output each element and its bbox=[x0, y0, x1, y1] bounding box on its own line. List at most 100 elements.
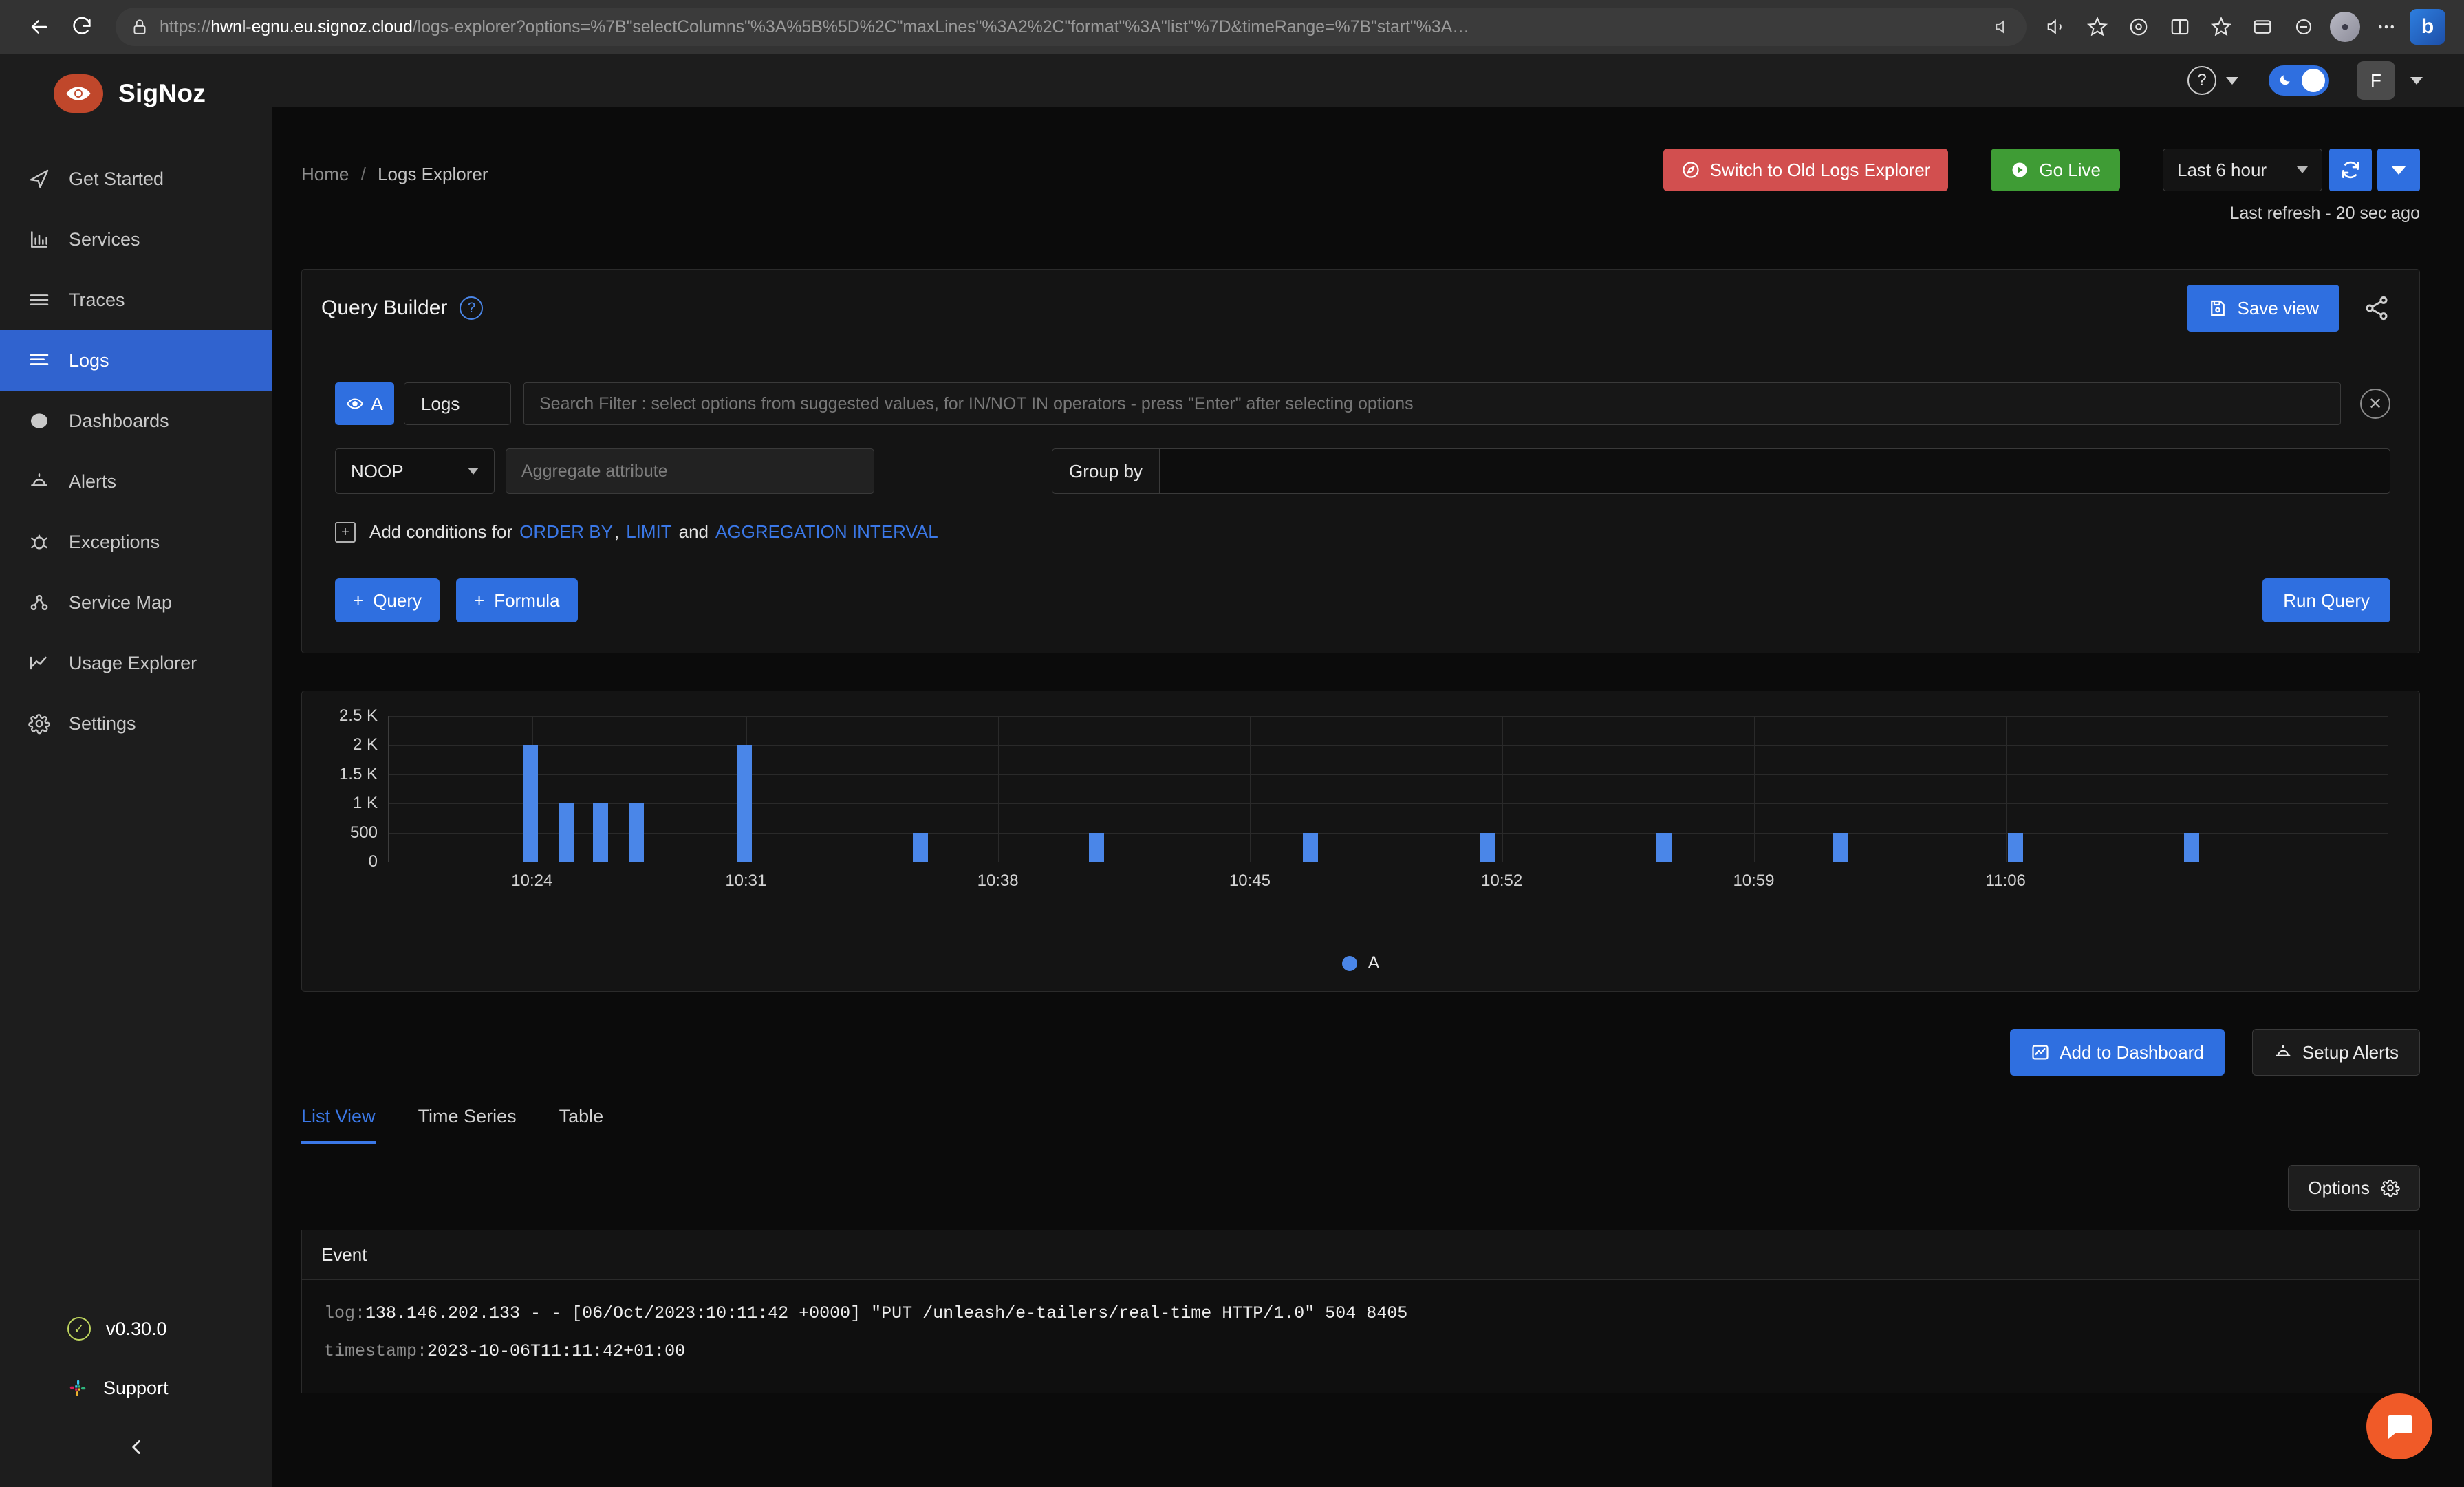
sidebar-item-exceptions[interactable]: Exceptions bbox=[0, 512, 272, 572]
app-shell: SigNoz Get Started Services Traces Logs … bbox=[0, 54, 2464, 1487]
copilot-icon[interactable] bbox=[2285, 8, 2322, 45]
setup-alerts-button[interactable]: Setup Alerts bbox=[2251, 1029, 2420, 1076]
sidebar-item-settings[interactable]: Settings bbox=[0, 693, 272, 754]
chart-icon bbox=[2031, 1043, 2050, 1062]
profile-avatar[interactable]: ● bbox=[2326, 8, 2364, 45]
sidebar-item-label: Traces bbox=[69, 289, 125, 310]
options-button[interactable]: Options bbox=[2288, 1165, 2420, 1211]
question-circle-icon[interactable]: ? bbox=[460, 296, 484, 320]
tab-list-view[interactable]: List View bbox=[301, 1106, 376, 1144]
dashboard-grid-icon bbox=[28, 409, 51, 433]
bar-chart-icon bbox=[28, 228, 51, 251]
collapse-sidebar-button[interactable] bbox=[0, 1418, 272, 1469]
sidebar-item-label: Services bbox=[69, 228, 140, 250]
help-menu[interactable]: ? bbox=[2187, 66, 2238, 95]
question-circle-icon: ? bbox=[2187, 66, 2216, 95]
close-circle-icon[interactable]: ✕ bbox=[2360, 389, 2390, 419]
header-actions: Switch to Old Logs Explorer Go Live Last… bbox=[1663, 149, 2420, 224]
slack-icon bbox=[67, 1378, 88, 1398]
refresh-interval-dropdown[interactable] bbox=[2377, 149, 2420, 191]
content-scroll: Home / Logs Explorer Switch to Old Logs … bbox=[272, 107, 2464, 1487]
chart-bar[interactable] bbox=[912, 832, 928, 862]
address-bar[interactable]: https://hwnl-egnu.eu.signoz.cloud/logs-e… bbox=[116, 8, 2027, 46]
limit-link[interactable]: LIMIT bbox=[626, 521, 671, 543]
log-table-row[interactable]: log:138.146.202.133 - - [06/Oct/2023:10:… bbox=[301, 1279, 2420, 1393]
gear-icon bbox=[28, 712, 51, 735]
sidebar-item-traces[interactable]: Traces bbox=[0, 270, 272, 330]
line-chart-icon bbox=[28, 651, 51, 675]
add-to-dashboard-button[interactable]: Add to Dashboard bbox=[2010, 1029, 2225, 1076]
view-tabs: List View Time Series Table bbox=[272, 1076, 2420, 1144]
share-icon[interactable] bbox=[2363, 294, 2390, 322]
chat-bubble-icon[interactable] bbox=[2366, 1393, 2432, 1459]
add-formula-button[interactable]: + Formula bbox=[456, 578, 578, 622]
tab-time-series[interactable]: Time Series bbox=[418, 1106, 517, 1144]
reload-button[interactable] bbox=[61, 6, 103, 48]
bug-icon bbox=[28, 530, 51, 554]
chart-bar[interactable] bbox=[593, 803, 609, 862]
sidebar-item-usage-explorer[interactable]: Usage Explorer bbox=[0, 633, 272, 693]
version-row[interactable]: ✓ v0.30.0 bbox=[0, 1299, 272, 1358]
legend-label[interactable]: A bbox=[1368, 953, 1380, 973]
chart-bar[interactable] bbox=[1088, 832, 1104, 862]
settings-more-icon[interactable] bbox=[2368, 8, 2405, 45]
favorite-icon[interactable] bbox=[2079, 8, 2116, 45]
add-query-button[interactable]: + Query bbox=[335, 578, 440, 622]
run-query-button[interactable]: Run Query bbox=[2262, 578, 2390, 622]
breadcrumb-home[interactable]: Home bbox=[301, 164, 349, 184]
theme-toggle[interactable] bbox=[2269, 65, 2329, 96]
sidebar-item-dashboards[interactable]: Dashboards bbox=[0, 391, 272, 451]
order-by-link[interactable]: ORDER BY bbox=[519, 521, 613, 543]
sidebar-item-service-map[interactable]: Service Map bbox=[0, 572, 272, 633]
read-aloud-icon[interactable] bbox=[2038, 8, 2075, 45]
chart-bar[interactable] bbox=[737, 745, 753, 862]
sidebar-item-alerts[interactable]: Alerts bbox=[0, 451, 272, 512]
chevron-down-icon[interactable] bbox=[2410, 76, 2423, 85]
chart-bar[interactable] bbox=[1656, 832, 1672, 862]
chart-bar[interactable] bbox=[1480, 832, 1496, 862]
chart-bar[interactable] bbox=[559, 803, 574, 862]
extensions-icon[interactable] bbox=[2120, 8, 2157, 45]
chart-bar[interactable] bbox=[1832, 832, 1848, 862]
chart-bar[interactable] bbox=[523, 745, 539, 862]
chart-bar[interactable] bbox=[629, 803, 645, 862]
read-aloud-icon[interactable] bbox=[1993, 18, 2011, 36]
search-filter-input[interactable]: Search Filter : select options from sugg… bbox=[523, 382, 2341, 425]
bing-chat-icon[interactable]: b bbox=[2409, 8, 2446, 45]
log-value: 138.146.202.133 - - [06/Oct/2023:10:11:4… bbox=[365, 1303, 1408, 1323]
chart-bar[interactable] bbox=[1302, 832, 1318, 862]
data-source-select[interactable]: Logs bbox=[404, 382, 511, 425]
sidebar-item-services[interactable]: Services bbox=[0, 209, 272, 270]
refresh-button[interactable] bbox=[2329, 149, 2372, 191]
split-screen-icon[interactable] bbox=[2161, 8, 2198, 45]
user-avatar[interactable]: F bbox=[2357, 61, 2395, 100]
browser-essentials-icon[interactable] bbox=[2244, 8, 2281, 45]
brand-logo-block[interactable]: SigNoz bbox=[0, 54, 272, 133]
group-by-input[interactable] bbox=[1159, 448, 2390, 494]
query-a-badge[interactable]: A bbox=[335, 382, 394, 425]
timestamp-line: timestamp:2023-10-06T11:11:42+01:00 bbox=[324, 1341, 2397, 1361]
url-scheme: https:// bbox=[160, 17, 211, 36]
y-axis-tick-label: 500 bbox=[349, 823, 378, 842]
collections-icon[interactable] bbox=[2203, 8, 2240, 45]
y-axis-tick-label: 2.5 K bbox=[338, 706, 378, 725]
save-view-button[interactable]: Save view bbox=[2186, 285, 2339, 332]
sidebar-item-logs[interactable]: Logs bbox=[0, 330, 272, 391]
tab-table[interactable]: Table bbox=[559, 1106, 604, 1144]
y-axis-tick-label: 0 bbox=[368, 852, 378, 871]
query-row-filter: A Logs Search Filter : select options fr… bbox=[335, 382, 2390, 425]
go-live-button[interactable]: Go Live bbox=[1991, 149, 2120, 191]
support-row[interactable]: Support bbox=[0, 1358, 272, 1418]
plus-box-icon[interactable]: + bbox=[335, 521, 356, 543]
switch-to-old-logs-explorer-button[interactable]: Switch to Old Logs Explorer bbox=[1663, 149, 1949, 191]
chart-bar[interactable] bbox=[2008, 832, 2024, 862]
aggregate-attribute-input[interactable]: Aggregate attribute bbox=[506, 448, 874, 494]
aggregation-interval-link[interactable]: AGGREGATION INTERVAL bbox=[715, 521, 938, 543]
chart-bar[interactable] bbox=[2184, 832, 2200, 862]
sidebar-item-get-started[interactable]: Get Started bbox=[0, 149, 272, 209]
chevron-down-icon bbox=[468, 468, 479, 475]
time-range-selector[interactable]: Last 6 hour bbox=[2163, 149, 2322, 191]
aggregate-operator-select[interactable]: NOOP bbox=[335, 448, 495, 494]
back-button[interactable] bbox=[18, 6, 61, 48]
chart-plot-area[interactable] bbox=[388, 716, 2388, 862]
